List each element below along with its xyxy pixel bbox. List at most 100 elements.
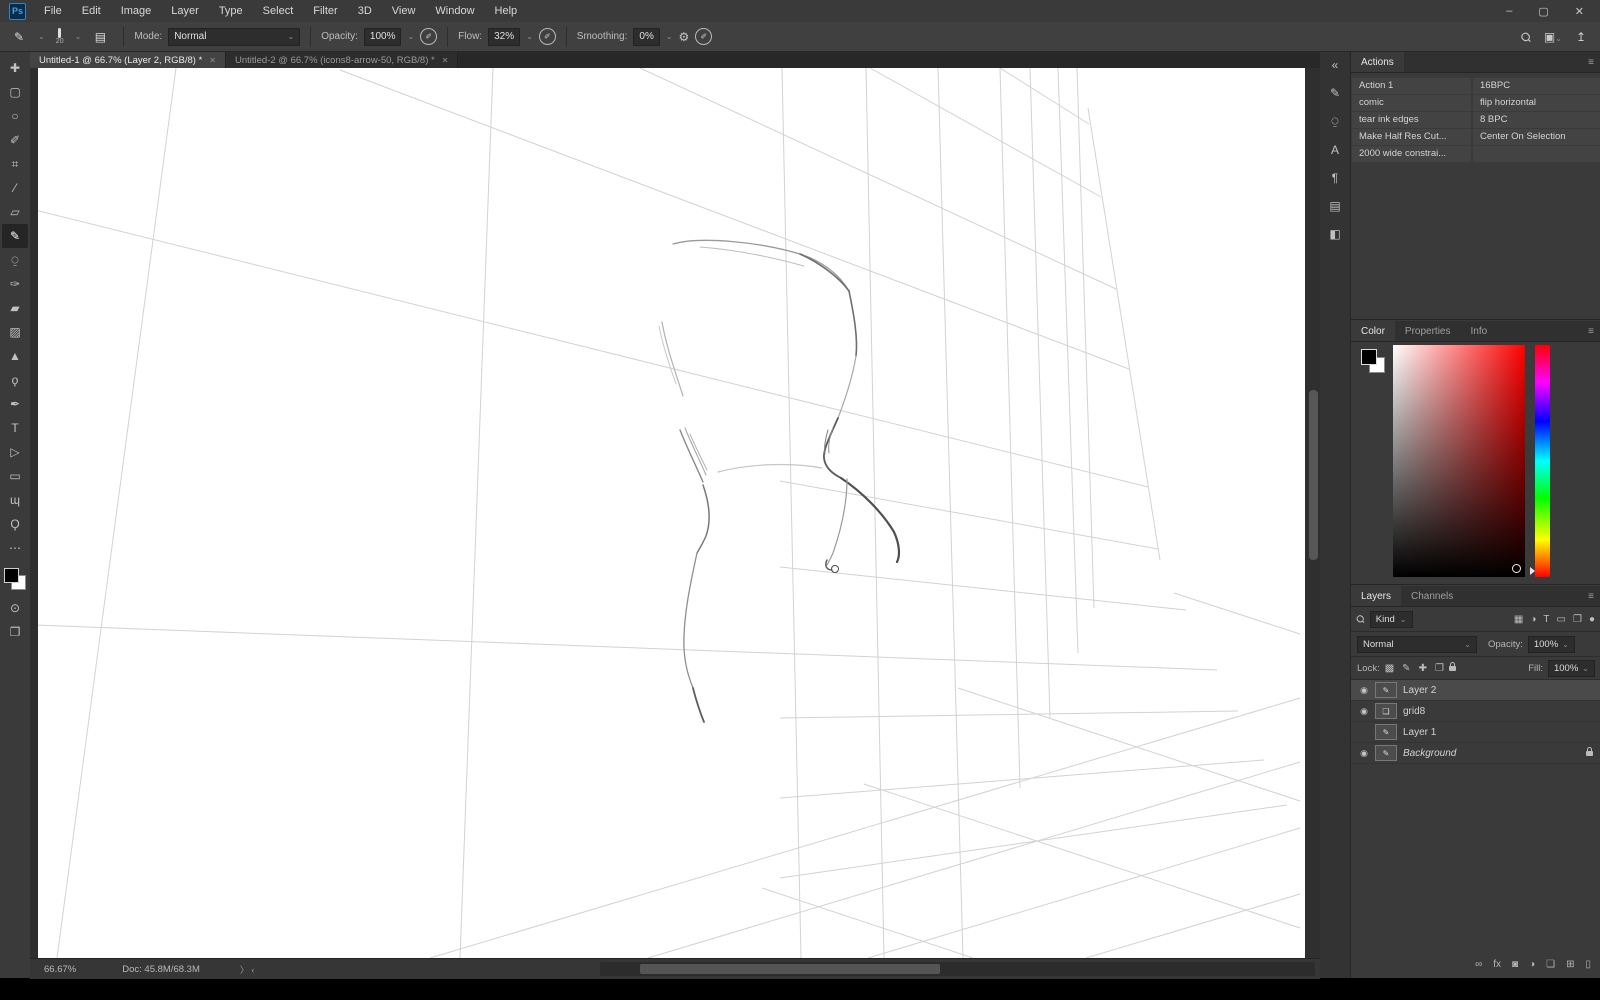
layer-fill-input[interactable]: 100%⌄ [1548, 660, 1595, 677]
chevron-down-icon[interactable]: ⌄ [75, 32, 82, 41]
type-tool[interactable]: T [2, 416, 28, 440]
layer-thumbnail[interactable]: ✎ [1375, 724, 1397, 740]
action-button[interactable]: 8 BPC [1473, 112, 1600, 128]
layer-opacity-input[interactable]: 100%⌄ [1528, 636, 1575, 653]
layer-thumbnail[interactable]: ❏ [1375, 703, 1397, 719]
menu-item[interactable]: Image [111, 0, 162, 22]
menu-item[interactable]: Window [425, 0, 484, 22]
smoothing-input[interactable]: 0% [633, 28, 659, 46]
action-button[interactable]: 2000 wide constrai... [1352, 146, 1471, 162]
blend-mode-select[interactable]: Normal⌄ [1357, 636, 1477, 653]
chevron-down-icon[interactable]: ⌄ [666, 32, 673, 41]
shape-tool[interactable]: ▭ [2, 464, 28, 488]
layer-name[interactable]: Background [1403, 748, 1586, 759]
filter-pixel-layers-icon[interactable]: ▦ [1514, 614, 1523, 625]
eraser-tool[interactable]: ▰ [2, 296, 28, 320]
action-button[interactable]: 16BPC [1473, 78, 1600, 94]
menu-item[interactable]: Type [209, 0, 253, 22]
action-button[interactable]: Center On Selection [1473, 129, 1600, 145]
menu-item[interactable]: Edit [72, 0, 111, 22]
foreground-background-swatches[interactable] [4, 568, 26, 590]
quick-mask-icon[interactable]: ⊙ [2, 596, 28, 620]
layer-row[interactable]: ◉ ✎ Background [1351, 743, 1600, 764]
visibility-eye-icon[interactable]: ◉ [1355, 748, 1373, 759]
gradient-tool[interactable]: ▨ [2, 320, 28, 344]
action-button[interactable]: comic [1352, 95, 1471, 111]
color-field-cursor[interactable] [1512, 564, 1521, 573]
quick-selection-tool[interactable]: ✐ [2, 128, 28, 152]
airbrush-icon[interactable]: ✐ [539, 28, 556, 45]
clone-stamp-tool[interactable]: ⍜ [2, 248, 28, 272]
pressure-opacity-icon[interactable]: ✐ [420, 28, 437, 45]
panel-menu-icon[interactable]: ≡ [1581, 52, 1600, 72]
action-button[interactable]: Action 1 [1352, 78, 1471, 94]
menu-item[interactable]: View [382, 0, 426, 22]
layer-row[interactable]: ◉ ✎ Layer 1 [1351, 722, 1600, 743]
marquee-tool[interactable]: ▢ [2, 80, 28, 104]
adjustments-panel-icon[interactable]: ◧ [1329, 227, 1340, 241]
spot-healing-tool[interactable]: ▱ [2, 200, 28, 224]
panel-menu-icon[interactable]: ≡ [1581, 321, 1600, 341]
hue-slider-cursor[interactable] [1530, 567, 1535, 575]
visibility-eye-icon[interactable]: ◉ [1355, 685, 1373, 696]
character-panel-icon[interactable]: A [1331, 143, 1339, 157]
filter-toggle-icon[interactable]: ● [1589, 614, 1595, 625]
sharpen-tool[interactable]: ▲ [2, 344, 28, 368]
action-button[interactable]: tear ink edges [1352, 112, 1471, 128]
close-button[interactable]: ✕ [1575, 5, 1584, 18]
new-group-icon[interactable]: ❏ [1546, 959, 1555, 970]
lock-pixels-icon[interactable]: ✎ [1402, 663, 1410, 674]
mode-select[interactable]: Normal⌄ [168, 28, 300, 46]
smoothing-options-gear-icon[interactable]: ⚙ [679, 30, 690, 44]
lock-position-icon[interactable]: ✚ [1419, 663, 1427, 674]
flow-input[interactable]: 32% [488, 28, 520, 46]
workspace-switcher-icon[interactable]: ▣⌄ [1544, 30, 1562, 44]
layers-panel-tab[interactable]: Channels [1401, 586, 1463, 606]
history-brush-tool[interactable]: ✑ [2, 272, 28, 296]
delete-layer-icon[interactable]: ▯ [1585, 959, 1591, 970]
horizontal-scrollbar-thumb[interactable] [640, 964, 940, 974]
saturation-brightness-field[interactable] [1393, 345, 1525, 577]
eyedropper-tool[interactable]: ⁄ [2, 176, 28, 200]
filter-shape-layers-icon[interactable]: ▭ [1557, 614, 1566, 625]
layer-filter-select[interactable]: Kind⌄ [1370, 611, 1413, 628]
lock-transparency-icon[interactable]: ▩ [1385, 663, 1394, 674]
layer-row[interactable]: ◉ ✎ Layer 2 [1351, 680, 1600, 701]
action-button[interactable] [1473, 146, 1600, 162]
crop-tool[interactable]: ⌗ [2, 152, 28, 176]
minimize-button[interactable]: – [1506, 5, 1512, 17]
lasso-tool[interactable]: ○ [2, 104, 28, 128]
lock-all-icon[interactable] [1449, 666, 1456, 671]
visibility-eye-icon[interactable]: ◉ [1355, 706, 1373, 717]
layer-effects-icon[interactable]: fx [1493, 959, 1501, 970]
new-layer-icon[interactable]: ⊞ [1566, 959, 1574, 970]
layer-thumbnail[interactable]: ✎ [1375, 682, 1397, 698]
color-panel-tab[interactable]: Info [1460, 321, 1497, 341]
chevron-down-icon[interactable]: ⌄ [38, 32, 45, 41]
menu-item[interactable]: File [34, 0, 72, 22]
path-selection-tool[interactable]: ▷ [2, 440, 28, 464]
layer-name[interactable]: grid8 [1403, 706, 1600, 717]
link-layers-icon[interactable]: ∞ [1475, 959, 1482, 970]
color-panel-tab[interactable]: Color [1351, 321, 1395, 341]
libraries-panel-icon[interactable]: ▤ [1329, 199, 1340, 213]
layer-thumbnail[interactable]: ✎ [1375, 745, 1397, 761]
menu-item[interactable]: Select [253, 0, 304, 22]
brush-settings-icon[interactable]: ✎ [1330, 86, 1340, 100]
panel-menu-icon[interactable]: ≡ [1581, 586, 1600, 606]
edit-toolbar[interactable]: ⋯ [2, 536, 28, 560]
document-tab[interactable]: Untitled-1 @ 66.7% (Layer 2, RGB/8) *✕ [30, 52, 226, 68]
menu-item[interactable]: Filter [303, 0, 347, 22]
vertical-scrollbar[interactable] [1307, 68, 1320, 958]
adjustment-layer-icon[interactable]: ◑ [1529, 959, 1535, 970]
brush-tool-preset[interactable]: ✎ [6, 25, 32, 49]
layer-row[interactable]: ◉ ❏ grid8 [1351, 701, 1600, 722]
filter-type-layers-icon[interactable]: T [1543, 614, 1549, 625]
color-panel-tab[interactable]: Properties [1395, 321, 1461, 341]
move-tool[interactable]: ✚ [2, 56, 28, 80]
share-icon[interactable]: ↥ [1576, 30, 1586, 44]
status-scrubber[interactable]: 〉 ‹ [240, 963, 255, 976]
vertical-scrollbar-thumb[interactable] [1309, 390, 1318, 560]
menu-item[interactable]: 3D [348, 0, 382, 22]
paragraph-panel-icon[interactable]: ¶ [1332, 171, 1338, 185]
